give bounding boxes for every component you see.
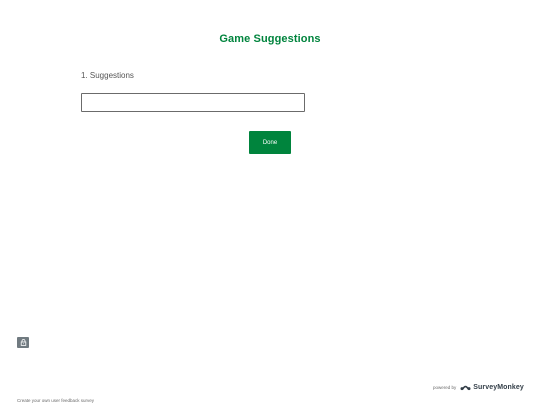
surveymonkey-brand: SurveyMonkey [460,384,524,391]
powered-by-text: powered by [433,385,457,390]
powered-by-badge[interactable]: powered by SurveyMonkey [433,384,524,391]
create-survey-link[interactable]: Create your own user feedback survey [17,398,94,403]
privacy-lock-button[interactable] [17,337,29,348]
brand-name: SurveyMonkey [473,384,524,391]
survey-page: Game Suggestions 1. Suggestions Done pow… [0,0,540,405]
lock-icon [20,339,26,346]
survey-title: Game Suggestions [219,33,321,45]
suggestions-input[interactable] [81,93,305,112]
done-button[interactable]: Done [249,131,291,154]
question-label: 1. Suggestions [81,71,134,80]
surveymonkey-logo-icon [460,385,471,391]
